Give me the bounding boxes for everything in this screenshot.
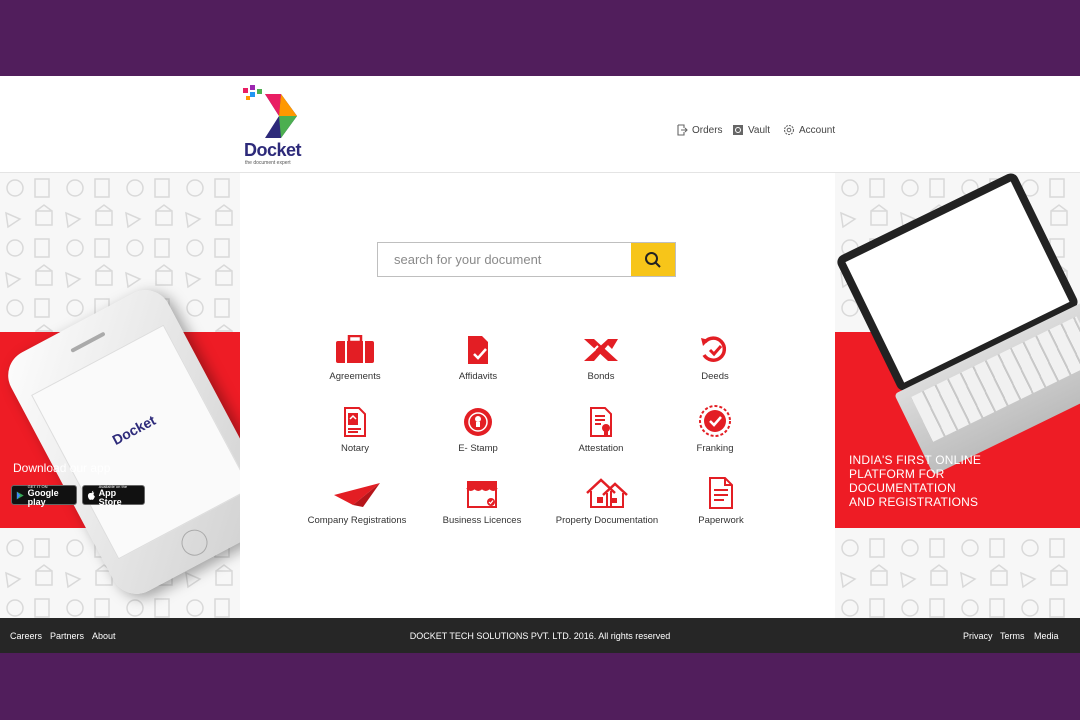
category-business-licences[interactable]: Business Licences	[417, 479, 547, 526]
company-registrations-icon	[334, 483, 380, 507]
category-label: Company Registrations	[307, 515, 407, 526]
business-licences-icon	[466, 481, 498, 508]
affidavits-icon	[468, 336, 488, 364]
nav-vault-label: Vault	[748, 124, 771, 136]
site-header: Docket the document expert Orders Vault …	[0, 76, 1080, 173]
category-label: E- Stamp	[458, 443, 498, 454]
vault-icon	[733, 125, 743, 135]
nav-account-label: Account	[799, 124, 836, 136]
app-store-label: App Store	[98, 487, 122, 507]
phone-home-button	[176, 525, 213, 561]
category-franking[interactable]: Franking	[650, 405, 780, 454]
paperwork-icon	[709, 477, 733, 509]
property-documentation-icon	[586, 478, 628, 508]
search-button[interactable]	[631, 243, 675, 276]
nav-vault[interactable]: Vault	[732, 124, 770, 136]
search-icon	[645, 251, 661, 268]
download-app-title: Download our app	[13, 461, 111, 475]
agreements-icon	[336, 335, 374, 363]
platform-tagline-line: AND REGISTRATIONS	[849, 495, 979, 509]
category-label: Paperwork	[698, 515, 744, 526]
category-affidavits[interactable]: Affidavits	[413, 335, 543, 382]
platform-tagline-line: PLATFORM FOR	[849, 467, 945, 481]
e-stamp-icon	[464, 408, 492, 436]
footer-link-privacy[interactable]: Privacy	[963, 631, 993, 641]
category-notary[interactable]: Notary	[290, 407, 420, 454]
phone-logo-wordmark: Docket	[109, 411, 159, 448]
deeds-icon	[701, 336, 727, 362]
account-icon	[783, 124, 795, 136]
category-paperwork[interactable]: Paperwork	[656, 477, 786, 526]
attestation-icon	[590, 407, 612, 437]
google-play-button[interactable]: GET IT ON Google play	[11, 484, 77, 507]
platform-tagline-line: DOCUMENTATION	[849, 481, 956, 495]
platform-tagline: INDIA'S FIRST ONLINE PLATFORM FOR DOCUME…	[849, 453, 981, 509]
category-agreements[interactable]: Agreements	[290, 335, 420, 382]
category-label: Notary	[341, 443, 369, 454]
logo-wordmark: Docket	[244, 140, 302, 160]
nav-orders-label: Orders	[692, 124, 723, 136]
category-label: Franking	[696, 443, 734, 454]
footer-link-media[interactable]: Media	[1034, 631, 1059, 641]
category-attestation[interactable]: Attestation	[536, 407, 666, 454]
category-label: Bonds	[587, 371, 615, 382]
category-label: Property Documentation	[555, 515, 659, 526]
platform-tagline-line: INDIA'S FIRST ONLINE	[849, 453, 982, 467]
site-footer: Careers Partners About DOCKET TECH SOLUT…	[0, 618, 1080, 653]
main-content: Agreements Affidavits Bonds Deeds Notary…	[240, 173, 835, 618]
bonds-icon	[584, 339, 618, 361]
category-label: Affidavits	[458, 371, 498, 382]
google-play-label: Google play	[27, 487, 59, 507]
franking-icon	[699, 405, 731, 437]
logo-mark-icon	[243, 85, 297, 138]
category-label: Agreements	[329, 371, 381, 382]
notary-icon	[344, 407, 366, 437]
app-promo-panel: Docket Download our app GET IT ON Google …	[0, 173, 240, 618]
search-input[interactable]	[378, 243, 631, 276]
orders-icon	[677, 124, 688, 136]
footer-copyright: DOCKET TECH SOLUTIONS PVT. LTD. 2016. Al…	[409, 631, 671, 641]
category-label: Attestation	[578, 443, 624, 454]
search-bar	[377, 242, 676, 277]
app-store-button[interactable]: Available on the App Store	[82, 484, 145, 507]
footer-link-terms[interactable]: Terms	[1000, 631, 1025, 641]
google-play-icon	[16, 491, 24, 499]
category-bonds[interactable]: Bonds	[536, 335, 666, 382]
category-property-documentation[interactable]: Property Documentation	[542, 477, 672, 526]
category-label: Deeds	[701, 371, 729, 382]
logo-tagline: the document expert	[245, 160, 291, 166]
apple-icon	[87, 490, 95, 500]
nav-orders[interactable]: Orders	[676, 124, 723, 136]
category-e-stamp[interactable]: E- Stamp	[413, 407, 543, 454]
platform-promo-panel: INDIA'S FIRST ONLINE PLATFORM FOR DOCUME…	[835, 173, 1080, 618]
phone-speaker	[70, 331, 106, 353]
category-deeds[interactable]: Deeds	[650, 335, 780, 382]
docket-logo[interactable]: Docket the document expert	[241, 84, 305, 166]
category-label: Business Licences	[442, 515, 522, 526]
category-company-registrations[interactable]: Company Registrations	[292, 479, 422, 526]
nav-account[interactable]: Account	[783, 124, 835, 136]
